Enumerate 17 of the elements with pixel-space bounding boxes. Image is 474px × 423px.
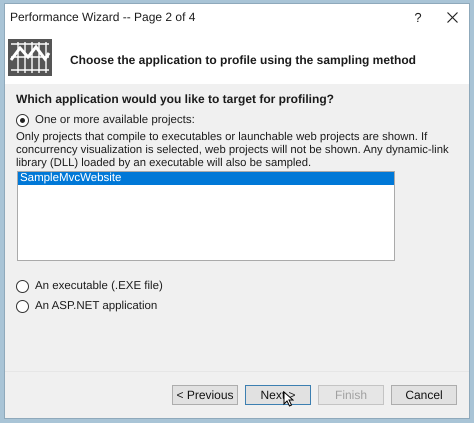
performance-chart-icon: [8, 38, 52, 76]
option-label: One or more available projects:: [35, 114, 195, 126]
wizard-button[interactable]: Cancel: [391, 385, 457, 405]
project-item[interactable]: SampleMvcWebsite: [18, 172, 394, 185]
close-icon: [446, 12, 458, 22]
radio-button[interactable]: [16, 280, 29, 292]
option-label: An executable (.EXE file): [35, 280, 163, 292]
question-text: Which application would you like to target for profiling?: [16, 92, 335, 106]
radio-button[interactable]: [16, 300, 29, 312]
pointer-cursor-icon: [283, 391, 294, 407]
page-heading: Choose the application to profile using the sampling method: [70, 53, 416, 67]
option-label: An ASP.NET application: [35, 300, 158, 312]
wizard-button[interactable]: < Previous: [172, 385, 238, 405]
option-description: Only projects that compile to executables or launchable web projects are shown. If concurrency visualization is selected, web projects will not be shown. Any dynamic-link library (DLL) loaded by an executable will also be sampled.: [16, 131, 450, 170]
help-button[interactable]: ?: [401, 5, 435, 29]
radio-button[interactable]: [16, 114, 29, 126]
window-title: Performance Wizard -- Page 2 of 4: [10, 10, 196, 24]
